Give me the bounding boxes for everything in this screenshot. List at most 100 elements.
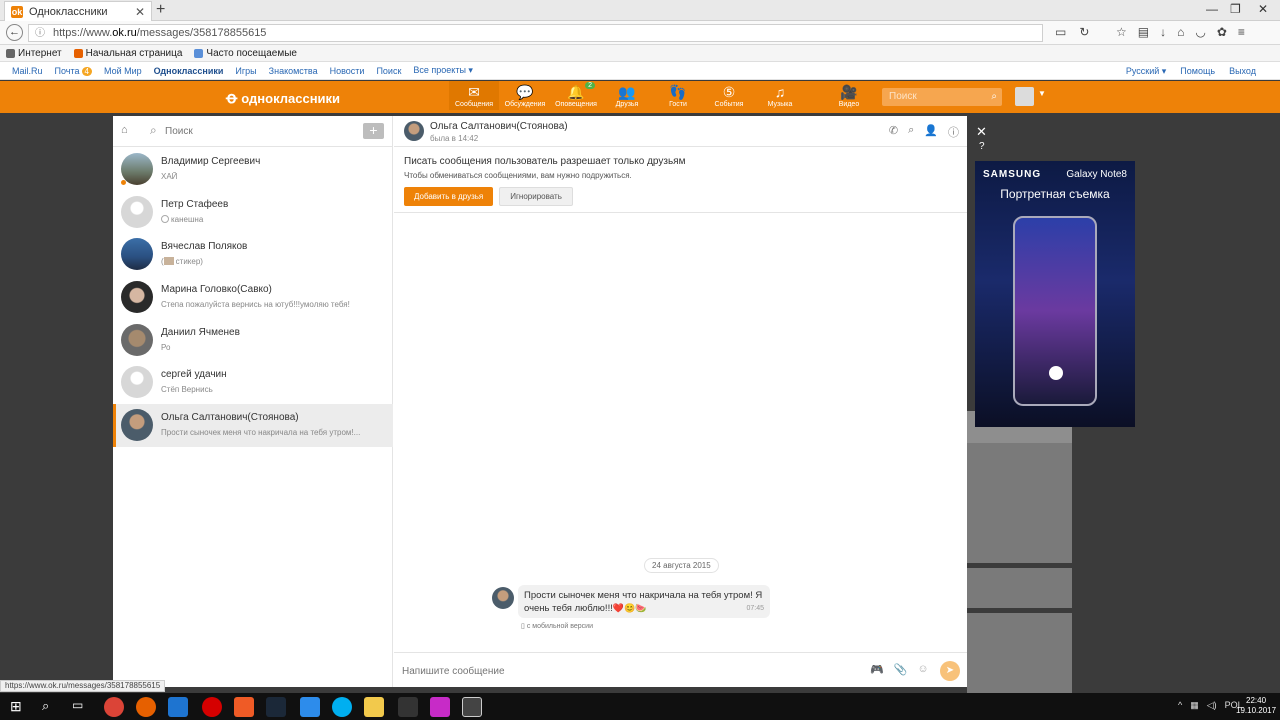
peer-name[interactable]: Ольга Салтанович(Стоянова): [430, 121, 568, 132]
chat-item[interactable]: сергей удачин Стёп Вернись: [113, 361, 393, 404]
ignore-button[interactable]: Игнорировать: [499, 187, 573, 206]
mobile-version-note: ▯ с мобильной версии: [521, 622, 593, 630]
app-icon[interactable]: [430, 697, 450, 717]
message-input[interactable]: [402, 663, 802, 679]
library-icon[interactable]: ▤: [1138, 25, 1149, 39]
send-button[interactable]: ➤: [940, 661, 960, 681]
nav-messages[interactable]: ✉ Сообщения: [449, 81, 499, 110]
reload-icon[interactable]: ↻: [1079, 25, 1089, 39]
address-bar[interactable]: ⓘ https://www.ok.ru/messages/35817885561…: [28, 24, 1043, 42]
portal-link[interactable]: Все проекты ▾: [413, 65, 473, 76]
skype-icon[interactable]: [332, 697, 352, 717]
advertisement-banner[interactable]: SAMSUNG Galaxy Note8 Портретная съемка: [975, 161, 1135, 427]
paperclip-icon[interactable]: 📎: [894, 663, 908, 676]
peer-avatar[interactable]: [404, 121, 424, 141]
friends-only-notice: Писать сообщения пользователь разрешает …: [394, 148, 967, 213]
bookmark-item[interactable]: Часто посещаемые: [194, 48, 297, 59]
chat-item-active[interactable]: Ольга Салтанович(Стоянова) Прости сыноче…: [113, 404, 393, 447]
ok-search-input[interactable]: Поиск ⌕: [882, 88, 1002, 106]
chat-item[interactable]: Петр Стафеев канешна: [113, 191, 393, 234]
tray-up-icon[interactable]: ^: [1178, 700, 1182, 711]
ok-search-placeholder: Поиск: [889, 91, 917, 102]
photos-icon[interactable]: [462, 697, 482, 717]
windows-start-icon[interactable]: ⊞: [10, 698, 22, 715]
portal-link[interactable]: Мой Мир: [104, 66, 142, 76]
app-icon[interactable]: [300, 697, 320, 717]
download-icon[interactable]: ↓: [1160, 25, 1166, 39]
nav-events[interactable]: ⑤ События: [704, 84, 754, 108]
gamepad-icon[interactable]: 🎮: [870, 663, 884, 676]
reader-icon[interactable]: ▭: [1055, 25, 1066, 39]
app-icon[interactable]: [398, 697, 418, 717]
nav-discussions[interactable]: 💬 Обсуждения: [500, 84, 550, 108]
help-link[interactable]: Помощь: [1180, 66, 1215, 77]
message-bubble[interactable]: Прости сыночек меня что накричала на теб…: [518, 585, 770, 618]
folder-icon[interactable]: [364, 697, 384, 717]
portal-link[interactable]: Игры: [235, 66, 256, 76]
addon-icon[interactable]: ✿: [1217, 25, 1227, 39]
bookmark-item[interactable]: Начальная страница: [73, 48, 182, 59]
minimize-icon[interactable]: —: [1206, 2, 1218, 16]
edge-icon[interactable]: [168, 697, 188, 717]
app-icon[interactable]: [234, 697, 254, 717]
clock[interactable]: 22:40 19.10.2017: [1236, 696, 1276, 716]
restore-icon[interactable]: ❐: [1230, 2, 1241, 16]
ok-logo[interactable]: ꝋ одноклассники: [226, 88, 340, 108]
chat-name: Ольга Салтанович(Стоянова): [161, 412, 299, 424]
volume-icon[interactable]: ◁): [1207, 700, 1217, 711]
opera-icon[interactable]: [202, 697, 222, 717]
emoji-icon[interactable]: ☺: [917, 663, 928, 676]
portal-link[interactable]: Знакомства: [269, 66, 318, 76]
add-user-icon[interactable]: 👤: [924, 124, 938, 140]
modal-close-icon[interactable]: ✕: [976, 124, 987, 140]
steam-icon[interactable]: [266, 697, 286, 717]
tab-close-icon[interactable]: ✕: [135, 5, 145, 19]
portal-link[interactable]: Одноклассники: [154, 66, 224, 76]
chat-item[interactable]: Вячеслав Поляков (стикер): [113, 233, 393, 276]
new-chat-button[interactable]: +: [363, 123, 384, 139]
home-icon[interactable]: ⌂: [121, 124, 128, 136]
window-close-icon[interactable]: ✕: [1258, 2, 1268, 16]
portal-link[interactable]: Почта 4: [55, 66, 92, 76]
chrome-icon[interactable]: [104, 697, 124, 717]
phone-icon[interactable]: ✆: [889, 124, 898, 140]
avatar: [121, 195, 153, 228]
nav-music[interactable]: ♫ Музыка: [755, 84, 805, 108]
portal-link[interactable]: Поиск: [376, 66, 401, 76]
star-icon[interactable]: ☆: [1116, 25, 1127, 39]
chat-search-input[interactable]: [165, 123, 345, 139]
network-icon[interactable]: ▦: [1190, 700, 1199, 711]
mailru-portal-bar: Mail.Ru Почта 4 Мой Мир Одноклассники Игр…: [0, 62, 1280, 80]
task-view-icon[interactable]: ▭: [72, 698, 83, 712]
nav-label: Обсуждения: [504, 101, 546, 108]
new-tab-button[interactable]: +: [156, 2, 165, 18]
add-friend-button[interactable]: Добавить в друзья: [404, 187, 494, 206]
pocket-icon[interactable]: ◡: [1195, 25, 1205, 39]
chevron-down-icon[interactable]: ▼: [1038, 89, 1046, 98]
search-icon[interactable]: ⌕: [908, 124, 914, 140]
message-avatar[interactable]: [492, 587, 514, 609]
nav-guests[interactable]: 👣 Гости: [653, 84, 703, 108]
chat-item[interactable]: Владимир Сергеевич ХАЙ: [113, 148, 393, 191]
chat-item[interactable]: Даниил Ячменев Ро: [113, 319, 393, 362]
chat-preview: ХАЙ: [161, 172, 178, 181]
nav-friends[interactable]: 👥 Друзья: [602, 84, 652, 108]
bookmark-item[interactable]: Интернет: [6, 48, 62, 59]
logout-link[interactable]: Выход: [1229, 66, 1256, 77]
firefox-icon[interactable]: [136, 697, 156, 717]
info-icon[interactable]: ⓘ: [35, 26, 45, 42]
search-icon[interactable]: ⌕: [42, 698, 49, 714]
home-icon[interactable]: ⌂: [1177, 25, 1184, 39]
portal-link[interactable]: Mail.Ru: [12, 66, 43, 76]
nav-video[interactable]: 🎥 Видео: [824, 84, 874, 108]
portal-link[interactable]: Новости: [330, 66, 365, 76]
nav-notifications[interactable]: 🔔 2 Оповещения: [551, 82, 601, 108]
chat-item[interactable]: Марина Головко(Савко) Степа пожалуйста в…: [113, 276, 393, 319]
user-avatar[interactable]: [1015, 87, 1034, 106]
language-selector[interactable]: Русский ▾: [1126, 66, 1166, 77]
info-icon[interactable]: ⓘ: [948, 124, 959, 140]
back-arrow-icon[interactable]: ←: [6, 24, 23, 41]
help-icon[interactable]: ?: [979, 141, 985, 152]
menu-icon[interactable]: ≡: [1238, 25, 1245, 39]
browser-tab[interactable]: ok Одноклассники ✕: [4, 1, 152, 21]
